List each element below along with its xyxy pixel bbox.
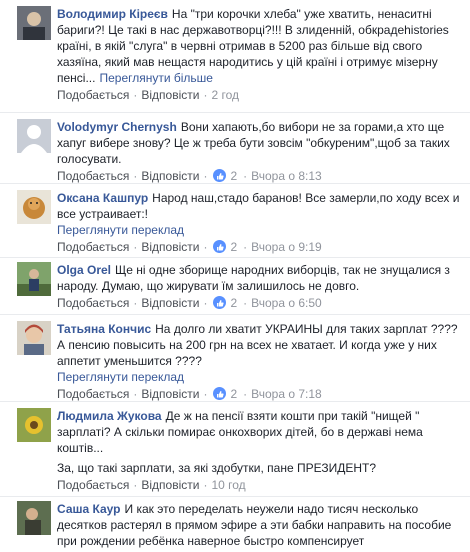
reply-link[interactable]: Відповісти bbox=[141, 386, 199, 402]
comment-body: Ще ні одне зборище народних виборців, та… bbox=[57, 263, 450, 293]
comment-actions: Подобається · Відповісти · 2 год bbox=[57, 86, 464, 103]
reaction-count: 2 bbox=[230, 239, 238, 254]
comment-actions: Подобається · Відповісти · 10 год bbox=[57, 476, 464, 493]
reply-link[interactable]: Відповісти bbox=[141, 168, 199, 184]
comment-text: Володимир Кіреєв На "три корочки хлеба" у… bbox=[57, 6, 464, 86]
comment-time[interactable]: Вчора о 7:18 bbox=[251, 386, 322, 402]
comment-text: Оксана Кашпур Народ наш,стадо баранов! Вс… bbox=[57, 190, 464, 222]
comment-time[interactable]: 10 год bbox=[211, 477, 245, 493]
comment-author[interactable]: Татьяна Кончис bbox=[57, 322, 151, 336]
separator: · bbox=[243, 168, 248, 183]
see-more-link[interactable]: Переглянути більше bbox=[99, 71, 213, 85]
separator: · bbox=[243, 386, 248, 401]
comment-actions: Подобається · Відповісти · 2 · Вчора о 8… bbox=[57, 167, 464, 184]
like-link[interactable]: Подобається bbox=[57, 239, 129, 255]
comment: Володимир Кіреєв На "три корочки хлеба" у… bbox=[0, 0, 470, 113]
avatar-photo bbox=[17, 501, 51, 535]
see-translation-link[interactable]: Переглянути переклад bbox=[57, 222, 464, 238]
reply-link[interactable]: Відповісти bbox=[141, 477, 199, 493]
avatar[interactable] bbox=[17, 501, 51, 535]
avatar[interactable] bbox=[17, 321, 51, 355]
avatar[interactable] bbox=[17, 408, 51, 442]
reaction-count: 2 bbox=[230, 295, 238, 310]
reaction-summary[interactable]: 2 bbox=[213, 386, 237, 402]
separator: · bbox=[203, 239, 208, 254]
comment-text: Людмила Жукова Де ж на пенсії взяти кошти… bbox=[57, 408, 464, 456]
comment-actions: Подобається · Відповісти · 2 · Вчора о 9… bbox=[57, 238, 464, 255]
comment: Людмила Жукова Де ж на пенсії взяти кошти… bbox=[0, 402, 470, 497]
see-translation-link[interactable]: Переглянути переклад bbox=[57, 369, 464, 385]
reaction-count: 2 bbox=[230, 386, 238, 401]
reply-link[interactable]: Відповісти bbox=[141, 295, 199, 311]
separator: · bbox=[203, 168, 208, 183]
avatar-photo bbox=[17, 408, 51, 442]
comment-time[interactable]: Вчора о 8:13 bbox=[251, 168, 322, 184]
comment-actions: Подобається · Відповісти · 2 · Вчора о 7… bbox=[57, 385, 464, 402]
comment-time[interactable]: Вчора о 9:19 bbox=[251, 239, 322, 255]
comment: Саша Каур И как это переделать неужели на… bbox=[0, 497, 470, 552]
comment-time[interactable]: Вчора о 6:50 bbox=[251, 295, 322, 311]
separator: · bbox=[203, 477, 208, 492]
separator: · bbox=[203, 295, 208, 310]
comment-author[interactable]: Volodymyr Chernysh bbox=[57, 120, 177, 134]
comment-time[interactable]: 2 год bbox=[211, 87, 239, 103]
avatar[interactable] bbox=[17, 262, 51, 296]
like-reaction-icon bbox=[213, 296, 227, 309]
comment-author[interactable]: Людмила Жукова bbox=[57, 409, 162, 423]
separator: · bbox=[203, 386, 208, 401]
comment-body-paragraph: За, що такі зарплати, за які здобутки, п… bbox=[57, 461, 376, 475]
like-reaction-icon bbox=[213, 240, 227, 253]
separator: · bbox=[133, 386, 138, 401]
default-avatar-icon bbox=[17, 119, 51, 153]
like-link[interactable]: Подобається bbox=[57, 168, 129, 184]
comment-author[interactable]: Оксана Кашпур bbox=[57, 191, 148, 205]
like-link[interactable]: Подобається bbox=[57, 477, 129, 493]
separator: · bbox=[203, 87, 208, 102]
comment: Olga Orel Ще ні одне зборище народних виб… bbox=[0, 258, 470, 315]
comment-author[interactable]: Володимир Кіреєв bbox=[57, 7, 168, 21]
avatar-photo bbox=[17, 321, 51, 355]
like-reaction-icon bbox=[213, 169, 227, 182]
comment: Volodymyr Chernysh Вони хапають,бо вибори… bbox=[0, 113, 470, 184]
reaction-summary[interactable]: 2 bbox=[213, 295, 237, 311]
separator: · bbox=[133, 477, 138, 492]
comment-text: Татьяна Кончис На долго ли хватит УКРАИНЫ… bbox=[57, 321, 464, 369]
comment-author[interactable]: Olga Orel bbox=[57, 263, 111, 277]
separator: · bbox=[133, 168, 138, 183]
separator: · bbox=[133, 295, 138, 310]
avatar-photo bbox=[17, 262, 51, 296]
comment-author[interactable]: Саша Каур bbox=[57, 502, 121, 516]
reply-link[interactable]: Відповісти bbox=[141, 239, 199, 255]
avatar[interactable] bbox=[17, 119, 51, 153]
separator: · bbox=[133, 239, 138, 254]
avatar[interactable] bbox=[17, 190, 51, 224]
comment-text: Olga Orel Ще ні одне зборище народних виб… bbox=[57, 262, 464, 294]
comment: Татьяна Кончис На долго ли хватит УКРАИНЫ… bbox=[0, 315, 470, 402]
like-link[interactable]: Подобається bbox=[57, 386, 129, 402]
reply-link[interactable]: Відповісти bbox=[141, 87, 199, 103]
like-reaction-icon bbox=[213, 387, 227, 400]
separator: · bbox=[243, 239, 248, 254]
comment-actions: Подобається · Відповісти · 2 · Вчора о 6… bbox=[57, 294, 464, 311]
like-link[interactable]: Подобається bbox=[57, 295, 129, 311]
like-link[interactable]: Подобається bbox=[57, 87, 129, 103]
comment: Оксана Кашпур Народ наш,стадо баранов! Вс… bbox=[0, 184, 470, 258]
separator: · bbox=[133, 87, 138, 102]
comment-text: Саша Каур И как это переделать неужели на… bbox=[57, 501, 464, 549]
avatar[interactable] bbox=[17, 6, 51, 40]
separator: · bbox=[243, 295, 248, 310]
avatar-photo bbox=[17, 190, 51, 224]
reaction-summary[interactable]: 2 bbox=[213, 239, 237, 255]
reaction-count: 2 bbox=[230, 168, 238, 183]
avatar-photo bbox=[17, 6, 51, 40]
reaction-summary[interactable]: 2 bbox=[213, 168, 237, 184]
comment-text: Volodymyr Chernysh Вони хапають,бо вибори… bbox=[57, 119, 464, 167]
